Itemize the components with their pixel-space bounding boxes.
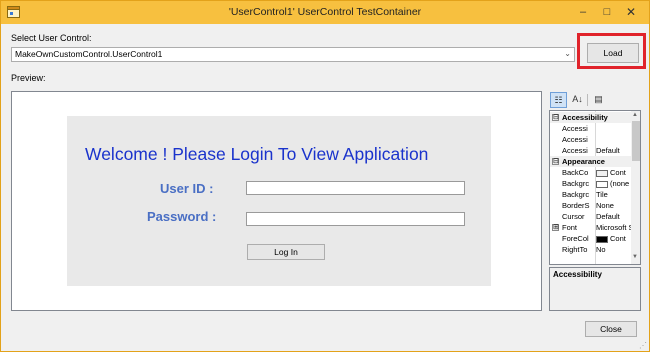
property-name: Font bbox=[562, 223, 578, 232]
property-row[interactable]: BackCo Cont bbox=[550, 167, 631, 178]
property-description-panel: Accessibility bbox=[549, 267, 641, 311]
property-row[interactable]: Accessi bbox=[550, 134, 631, 145]
scroll-down-icon[interactable]: ▼ bbox=[632, 254, 638, 260]
property-name: Accessi bbox=[562, 135, 588, 144]
property-value[interactable]: No bbox=[596, 244, 631, 255]
welcome-heading: Welcome ! Please Login To View Applicati… bbox=[85, 144, 429, 164]
preview-label: Preview: bbox=[11, 73, 46, 83]
property-name: Cursor bbox=[562, 212, 585, 221]
categorized-icon[interactable]: ☷ bbox=[550, 92, 567, 108]
property-value[interactable]: Cont bbox=[596, 233, 631, 244]
property-value[interactable]: (none bbox=[596, 178, 631, 189]
property-row[interactable]: ForeCol Cont bbox=[550, 233, 631, 244]
toolbar-separator bbox=[587, 94, 588, 106]
password-input[interactable] bbox=[246, 212, 465, 226]
property-value-text: Cont bbox=[610, 168, 626, 177]
property-value-text: (none bbox=[610, 179, 630, 188]
property-row[interactable]: Accessi Default bbox=[550, 145, 631, 156]
maximize-button[interactable]: □ bbox=[595, 3, 619, 21]
property-name: Backgrc bbox=[562, 179, 590, 188]
property-row[interactable]: Backgrc (none bbox=[550, 178, 631, 189]
image-swatch bbox=[596, 180, 608, 188]
load-button[interactable]: Load bbox=[587, 43, 639, 63]
description-title: Accessibility bbox=[553, 270, 602, 279]
property-name: BorderS bbox=[562, 201, 590, 210]
property-value-text: Cont bbox=[610, 234, 626, 243]
test-container-window: 'UserControl1' UserControl TestContainer… bbox=[0, 0, 650, 352]
login-button[interactable]: Log In bbox=[247, 244, 325, 260]
login-control bbox=[67, 116, 491, 286]
category-name: Appearance bbox=[562, 157, 605, 166]
window-close-button[interactable]: ✕ bbox=[619, 3, 643, 21]
category-name: Accessibility bbox=[562, 113, 608, 122]
resize-grip-icon[interactable]: ⋰ bbox=[639, 341, 647, 350]
property-name: ForeCol bbox=[562, 234, 589, 243]
expand-icon[interactable]: ⊞ bbox=[552, 224, 559, 231]
property-row[interactable]: Backgrc Tile bbox=[550, 189, 631, 200]
property-value[interactable]: None bbox=[596, 200, 631, 211]
window-title: 'UserControl1' UserControl TestContainer bbox=[228, 6, 422, 18]
category-appearance[interactable]: ⊟ Appearance bbox=[550, 156, 631, 167]
select-user-control-label: Select User Control: bbox=[11, 33, 92, 43]
property-value[interactable]: Default bbox=[596, 145, 631, 156]
property-value[interactable]: Tile bbox=[596, 189, 631, 200]
property-row[interactable]: ⊞ Font Microsoft S bbox=[550, 222, 631, 233]
property-value[interactable]: Microsoft S bbox=[596, 222, 631, 233]
color-swatch bbox=[596, 169, 608, 177]
property-name: Accessi bbox=[562, 124, 588, 133]
collapse-icon[interactable]: ⊟ bbox=[552, 158, 559, 165]
title-bar[interactable]: 'UserControl1' UserControl TestContainer… bbox=[1, 1, 649, 24]
user-id-label: User ID : bbox=[160, 181, 214, 196]
property-value[interactable]: Cont bbox=[596, 167, 631, 178]
property-name: Accessi bbox=[562, 146, 588, 155]
collapse-icon[interactable]: ⊟ bbox=[552, 114, 559, 121]
password-label: Password : bbox=[147, 209, 217, 224]
property-pages-icon[interactable]: ▤ bbox=[590, 92, 607, 108]
property-name: BackCo bbox=[562, 168, 589, 177]
chevron-down-icon[interactable]: ⌄ bbox=[564, 49, 571, 58]
alphabetical-sort-icon[interactable]: A↓ bbox=[569, 92, 586, 108]
minimize-button[interactable]: – bbox=[571, 3, 595, 21]
combobox-value: MakeOwnCustomControl.UserControl1 bbox=[15, 49, 163, 59]
scroll-up-icon[interactable]: ▲ bbox=[632, 112, 638, 118]
property-name: RightTo bbox=[562, 245, 588, 254]
property-grid[interactable]: ⊟ Accessibility Accessi Accessi Accessi … bbox=[549, 110, 641, 265]
property-name: Backgrc bbox=[562, 190, 590, 199]
user-control-combobox[interactable]: MakeOwnCustomControl.UserControl1 ⌄ bbox=[11, 47, 575, 62]
color-swatch bbox=[596, 235, 608, 243]
property-row[interactable]: BorderS None bbox=[550, 200, 631, 211]
property-row[interactable]: RightTo No bbox=[550, 244, 631, 255]
property-grid-scrollbar[interactable]: ▲ ▼ bbox=[631, 111, 640, 264]
property-row[interactable]: Accessi bbox=[550, 123, 631, 134]
user-id-input[interactable] bbox=[246, 181, 465, 195]
category-accessibility[interactable]: ⊟ Accessibility bbox=[550, 112, 631, 123]
close-button[interactable]: Close bbox=[585, 321, 637, 337]
property-grid-toolbar: ☷ A↓ ▤ bbox=[549, 92, 641, 109]
scroll-thumb[interactable] bbox=[632, 121, 640, 161]
property-row[interactable]: Cursor Default bbox=[550, 211, 631, 222]
property-value[interactable]: Default bbox=[596, 211, 631, 222]
